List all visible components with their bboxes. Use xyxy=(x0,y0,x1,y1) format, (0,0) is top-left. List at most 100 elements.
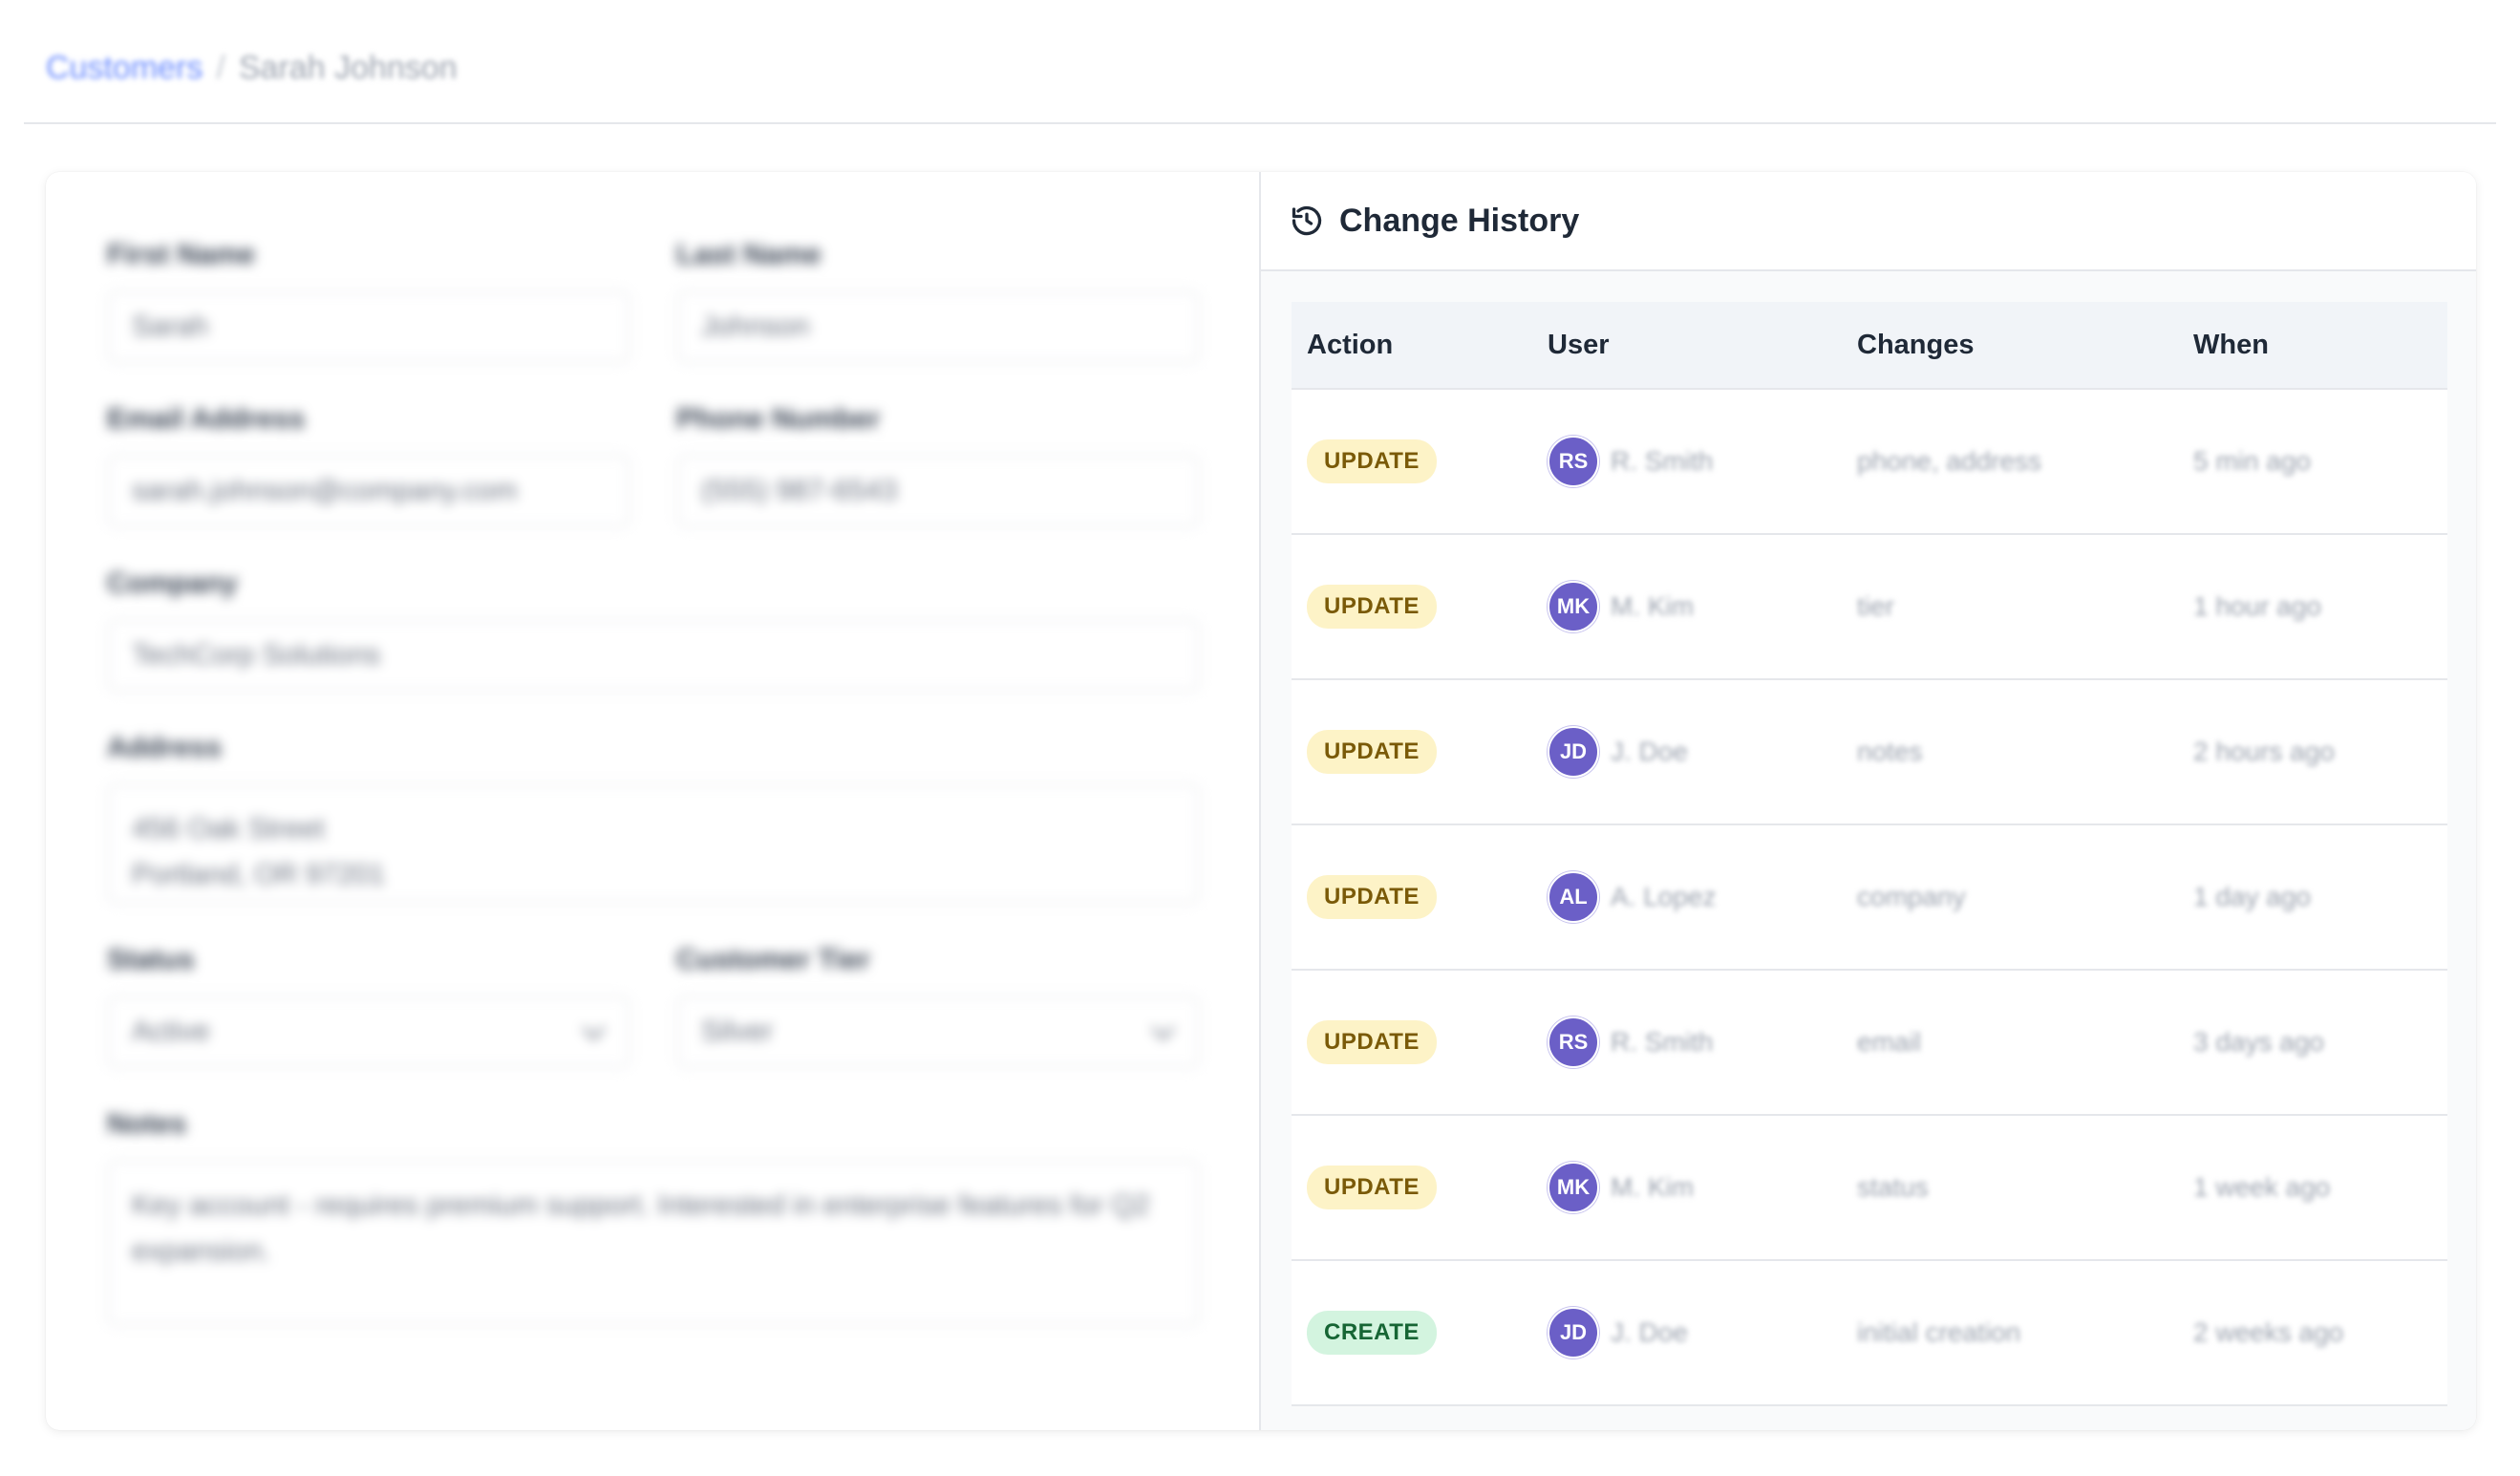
column-header-when: When xyxy=(2193,330,2269,360)
avatar: JD xyxy=(1548,726,1599,778)
company-field[interactable]: TechCorp Solutions xyxy=(107,619,1200,692)
when-cell: 2 weeks ago xyxy=(2193,1261,2343,1404)
customer-form: First Name Sarah Last Name Johnson Email… xyxy=(46,172,1259,1430)
action-badge: UPDATE xyxy=(1307,875,1437,919)
breadcrumb-customers-link[interactable]: Customers xyxy=(46,50,203,86)
timestamp: 1 hour ago xyxy=(2193,591,2321,621)
status-label: Status xyxy=(107,944,195,975)
user-name: M. Kim xyxy=(1611,591,1695,621)
last-name-field[interactable]: Johnson xyxy=(676,290,1200,363)
user-name: A. Lopez xyxy=(1611,882,1717,911)
action-cell: UPDATE xyxy=(1307,535,1437,678)
email-label: Email Address xyxy=(107,403,306,435)
tier-select-value: Silver xyxy=(701,1016,774,1047)
action-cell: UPDATE xyxy=(1307,680,1437,824)
changes-cell: email xyxy=(1857,971,1921,1114)
user-cell: JD J. Doe xyxy=(1548,1261,1688,1404)
action-badge: UPDATE xyxy=(1307,585,1437,629)
notes-label: Notes xyxy=(107,1108,187,1140)
changes-text: status xyxy=(1857,1172,1929,1202)
changes-text: email xyxy=(1857,1027,1921,1057)
status-select-value: Active xyxy=(132,1016,210,1047)
chevron-down-icon xyxy=(1151,1016,1175,1040)
phone-label: Phone Number xyxy=(676,403,881,435)
avatar: RS xyxy=(1548,436,1599,487)
address-field[interactable]: 456 Oak Street Portland, OR 97201 xyxy=(107,783,1200,904)
changes-text: notes xyxy=(1857,737,1923,766)
changes-cell: notes xyxy=(1857,680,1923,824)
change-history-title: Change History xyxy=(1339,202,1580,239)
user-name: J. Doe xyxy=(1611,1317,1688,1347)
history-icon xyxy=(1292,205,1322,236)
action-cell: UPDATE xyxy=(1307,971,1437,1114)
tier-select[interactable]: Silver xyxy=(676,995,1200,1068)
when-cell: 1 week ago xyxy=(2193,1116,2330,1259)
table-row[interactable]: UPDATE RS R. Smith email 3 days ago xyxy=(1292,971,2447,1116)
table-row[interactable]: UPDATE AL A. Lopez company 1 day ago xyxy=(1292,825,2447,971)
user-cell: RS R. Smith xyxy=(1548,390,1713,533)
history-table: Action User Changes When UPDATE RS R. Smit… xyxy=(1292,302,2447,1406)
phone-field[interactable]: (555) 987-6543 xyxy=(676,455,1200,527)
change-history-panel: Change History Action User Changes When … xyxy=(1261,172,2476,1430)
user-cell: MK M. Kim xyxy=(1548,1116,1694,1259)
timestamp: 5 min ago xyxy=(2193,446,2311,476)
action-cell: UPDATE xyxy=(1307,390,1437,533)
when-cell: 1 hour ago xyxy=(2193,535,2321,678)
user-cell: AL A. Lopez xyxy=(1548,825,1717,969)
changes-text: tier xyxy=(1857,591,1894,621)
user-cell: RS R. Smith xyxy=(1548,971,1713,1114)
notes-field[interactable]: Key account - requires premium support. … xyxy=(107,1160,1200,1326)
header-divider xyxy=(24,122,2496,124)
timestamp: 1 day ago xyxy=(2193,882,2311,911)
company-label: Company xyxy=(107,567,238,599)
table-row[interactable]: UPDATE RS R. Smith phone, address 5 min ago xyxy=(1292,390,2447,535)
user-cell: MK M. Kim xyxy=(1548,535,1694,678)
chevron-down-icon xyxy=(582,1016,606,1040)
action-cell: UPDATE xyxy=(1307,1116,1437,1259)
column-header-changes: Changes xyxy=(1857,330,1975,360)
user-name: R. Smith xyxy=(1611,446,1714,476)
table-row[interactable]: UPDATE JD J. Doe notes 2 hours ago xyxy=(1292,680,2447,825)
avatar: MK xyxy=(1548,581,1599,632)
action-badge: UPDATE xyxy=(1307,730,1437,774)
when-cell: 2 hours ago xyxy=(2193,680,2335,824)
table-row[interactable]: UPDATE MK M. Kim tier 1 hour ago xyxy=(1292,535,2447,680)
tier-label: Customer Tier xyxy=(676,944,870,975)
when-cell: 5 min ago xyxy=(2193,390,2311,533)
address-label: Address xyxy=(107,732,223,763)
history-table-header: Action User Changes When xyxy=(1292,302,2447,390)
user-cell: JD J. Doe xyxy=(1548,680,1688,824)
avatar: AL xyxy=(1548,871,1599,923)
timestamp: 2 hours ago xyxy=(2193,737,2335,766)
when-cell: 1 day ago xyxy=(2193,825,2311,969)
when-cell: 3 days ago xyxy=(2193,971,2324,1114)
change-history-header: Change History xyxy=(1261,172,2476,271)
breadcrumb-current: Sarah Johnson xyxy=(238,50,458,86)
last-name-label: Last Name xyxy=(676,239,822,270)
email-field[interactable]: sarah.johnson@company.com xyxy=(107,455,630,527)
first-name-label: First Name xyxy=(107,239,256,270)
table-row[interactable]: UPDATE MK M. Kim status 1 week ago xyxy=(1292,1116,2447,1261)
action-cell: CREATE xyxy=(1307,1261,1437,1404)
changes-cell: company xyxy=(1857,825,1966,969)
timestamp: 2 weeks ago xyxy=(2193,1317,2344,1347)
changes-cell: tier xyxy=(1857,535,1894,678)
action-badge: UPDATE xyxy=(1307,1166,1437,1209)
status-select[interactable]: Active xyxy=(107,995,630,1068)
table-row[interactable]: CREATE JD J. Doe initial creation 2 weeks ag… xyxy=(1292,1261,2447,1404)
changes-cell: initial creation xyxy=(1857,1261,2020,1404)
user-name: M. Kim xyxy=(1611,1172,1695,1202)
changes-text: phone, address xyxy=(1857,446,2042,476)
action-badge: UPDATE xyxy=(1307,1020,1437,1064)
timestamp: 3 days ago xyxy=(2193,1027,2324,1057)
avatar: MK xyxy=(1548,1162,1599,1213)
user-name: J. Doe xyxy=(1611,737,1688,766)
changes-cell: status xyxy=(1857,1116,1929,1259)
first-name-field[interactable]: Sarah xyxy=(107,290,630,363)
action-badge: UPDATE xyxy=(1307,439,1437,483)
changes-cell: phone, address xyxy=(1857,390,2041,533)
customer-card: First Name Sarah Last Name Johnson Email… xyxy=(46,172,2476,1430)
changes-text: initial creation xyxy=(1857,1317,2021,1347)
changes-text: company xyxy=(1857,882,1966,911)
column-header-action: Action xyxy=(1307,330,1394,360)
